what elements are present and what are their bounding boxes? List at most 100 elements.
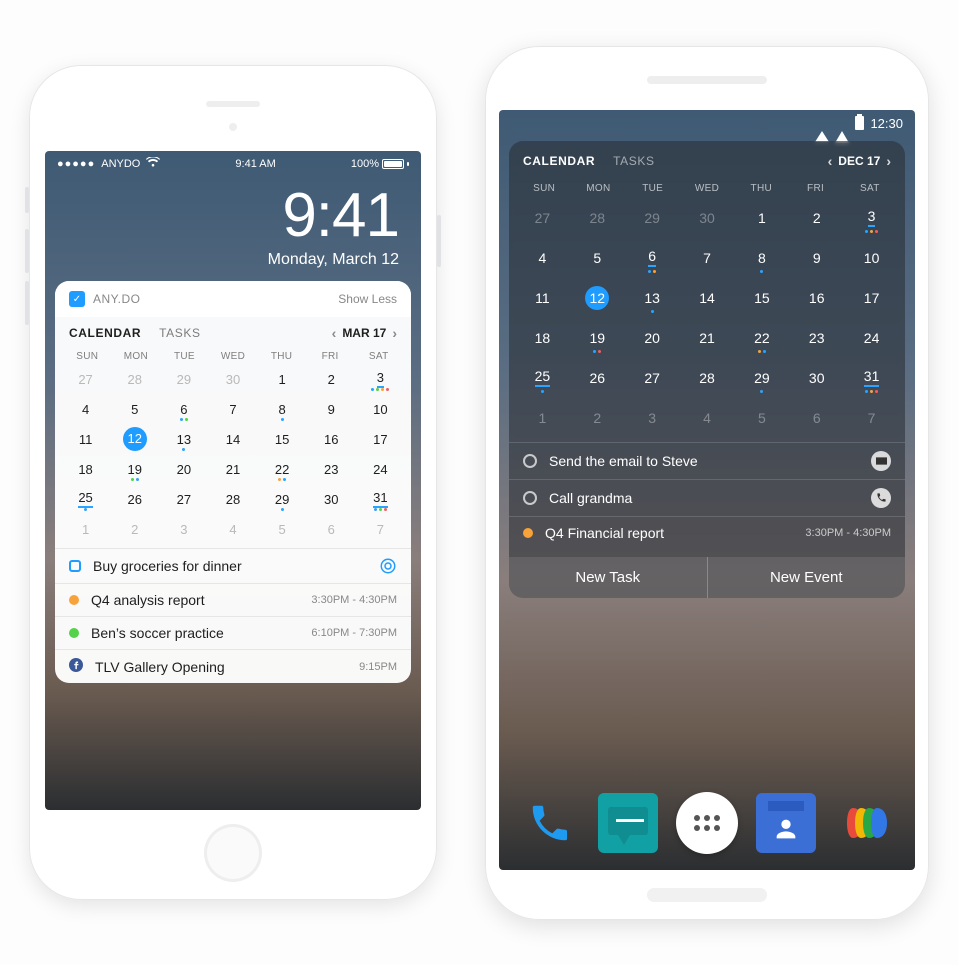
calendar-day[interactable]: 2 [789, 198, 844, 238]
calendar-day[interactable]: 15 [734, 278, 789, 318]
prev-month-button[interactable]: ‹ [828, 153, 833, 169]
task-ring-icon[interactable] [523, 491, 537, 505]
calendar-day[interactable]: 1 [258, 364, 307, 394]
calendar-day[interactable]: 31 [844, 358, 899, 398]
calendar-day[interactable]: 1 [734, 198, 789, 238]
calendar-day[interactable]: 3 [356, 364, 405, 394]
calendar-day[interactable]: 30 [789, 358, 844, 398]
event-item[interactable]: TLV Gallery Opening9:15PM [55, 650, 411, 683]
calendar-day[interactable]: 4 [515, 238, 570, 278]
task-item[interactable]: Call grandma [509, 480, 905, 516]
calendar-day[interactable]: 4 [680, 398, 735, 438]
calendar-day[interactable]: 29 [625, 198, 680, 238]
calendar-day[interactable]: 6 [789, 398, 844, 438]
mail-icon[interactable] [871, 451, 891, 471]
tab-tasks[interactable]: TASKS [159, 326, 200, 340]
calendar-day[interactable]: 27 [159, 484, 208, 514]
calendar-day[interactable]: 7 [680, 238, 735, 278]
home-button[interactable] [204, 824, 262, 882]
new-task-button[interactable]: New Task [509, 557, 708, 598]
calendar-day[interactable]: 26 [110, 484, 159, 514]
phone-app-icon[interactable] [520, 793, 580, 853]
tab-calendar[interactable]: CALENDAR [523, 154, 595, 168]
calendar-day[interactable]: 20 [159, 454, 208, 484]
calendar-day[interactable]: 4 [61, 394, 110, 424]
calendar-day[interactable]: 9 [789, 238, 844, 278]
messages-app-icon[interactable] [598, 793, 658, 853]
calendar-day[interactable]: 30 [208, 364, 257, 394]
calendar-day[interactable]: 21 [680, 318, 735, 358]
calendar-day[interactable]: 25 [515, 358, 570, 398]
calendar-day[interactable]: 5 [258, 514, 307, 544]
calendar-day[interactable]: 24 [844, 318, 899, 358]
calendar-day[interactable]: 9 [307, 394, 356, 424]
calendar-day[interactable]: 6 [307, 514, 356, 544]
calendar-day[interactable]: 22 [734, 318, 789, 358]
calendar-day[interactable]: 22 [258, 454, 307, 484]
calendar-day[interactable]: 3 [625, 398, 680, 438]
calendar-day[interactable]: 31 [356, 484, 405, 514]
anydo-widget[interactable]: CALENDAR TASKS ‹ DEC 17 › SUNMONTUEWEDTH… [509, 141, 905, 598]
task-item[interactable]: Buy groceries for dinner [55, 549, 411, 583]
app-drawer-button[interactable] [676, 792, 738, 854]
moment-icon[interactable] [379, 557, 397, 575]
prev-month-button[interactable]: ‹ [332, 325, 337, 341]
calendar-day[interactable]: 14 [208, 424, 257, 454]
task-checkbox-icon[interactable] [69, 560, 81, 572]
calendar-day[interactable]: 1 [515, 398, 570, 438]
wallet-app-icon[interactable] [834, 793, 894, 853]
calendar-day[interactable]: 23 [789, 318, 844, 358]
calendar-day[interactable]: 8 [258, 394, 307, 424]
calendar-day[interactable]: 5 [110, 394, 159, 424]
phone-icon[interactable] [871, 488, 891, 508]
next-month-button[interactable]: › [886, 153, 891, 169]
calendar-day[interactable]: 10 [844, 238, 899, 278]
calendar-day[interactable]: 17 [844, 278, 899, 318]
calendar-day[interactable]: 6 [159, 394, 208, 424]
calendar-day[interactable]: 21 [208, 454, 257, 484]
calendar-day[interactable]: 20 [625, 318, 680, 358]
calendar-day[interactable]: 15 [258, 424, 307, 454]
calendar-day[interactable]: 16 [789, 278, 844, 318]
calendar-day[interactable]: 17 [356, 424, 405, 454]
calendar-day[interactable]: 29 [258, 484, 307, 514]
next-month-button[interactable]: › [392, 325, 397, 341]
calendar-day[interactable]: 27 [515, 198, 570, 238]
calendar-day[interactable]: 28 [110, 364, 159, 394]
calendar-day[interactable]: 18 [515, 318, 570, 358]
calendar-day[interactable]: 4 [208, 514, 257, 544]
calendar-day[interactable]: 24 [356, 454, 405, 484]
calendar-day[interactable]: 3 [844, 198, 899, 238]
calendar-day[interactable]: 12 [570, 278, 625, 318]
calendar-day[interactable]: 16 [307, 424, 356, 454]
calendar-day[interactable]: 29 [159, 364, 208, 394]
event-item[interactable]: Ben’s soccer practice6:10PM - 7:30PM [55, 617, 411, 649]
calendar-day[interactable]: 3 [159, 514, 208, 544]
calendar-day[interactable]: 13 [159, 424, 208, 454]
calendar-day[interactable]: 13 [625, 278, 680, 318]
calendar-day[interactable]: 7 [844, 398, 899, 438]
calendar-day[interactable]: 8 [734, 238, 789, 278]
calendar-day[interactable]: 27 [61, 364, 110, 394]
calendar-day[interactable]: 10 [356, 394, 405, 424]
anydo-widget[interactable]: ✓ ANY.DO Show Less CALENDAR TASKS ‹ MAR … [55, 281, 411, 683]
calendar-day[interactable]: 1 [61, 514, 110, 544]
calendar-day[interactable]: 7 [208, 394, 257, 424]
calendar-day[interactable]: 28 [680, 358, 735, 398]
event-item[interactable]: Q4 Financial report3:30PM - 4:30PM [509, 517, 905, 549]
calendar-day[interactable]: 29 [734, 358, 789, 398]
calendar-day[interactable]: 19 [110, 454, 159, 484]
calendar-day[interactable]: 19 [570, 318, 625, 358]
calendar-day[interactable]: 6 [625, 238, 680, 278]
show-less-button[interactable]: Show Less [338, 292, 397, 306]
calendar-day[interactable]: 27 [625, 358, 680, 398]
calendar-day[interactable]: 5 [570, 238, 625, 278]
task-item[interactable]: Send the email to Steve [509, 443, 905, 479]
calendar-day[interactable]: 28 [570, 198, 625, 238]
tab-calendar[interactable]: CALENDAR [69, 326, 141, 340]
calendar-day[interactable]: 2 [570, 398, 625, 438]
calendar-day[interactable]: 14 [680, 278, 735, 318]
calendar-day[interactable]: 30 [307, 484, 356, 514]
new-event-button[interactable]: New Event [708, 557, 906, 598]
calendar-day[interactable]: 2 [307, 364, 356, 394]
